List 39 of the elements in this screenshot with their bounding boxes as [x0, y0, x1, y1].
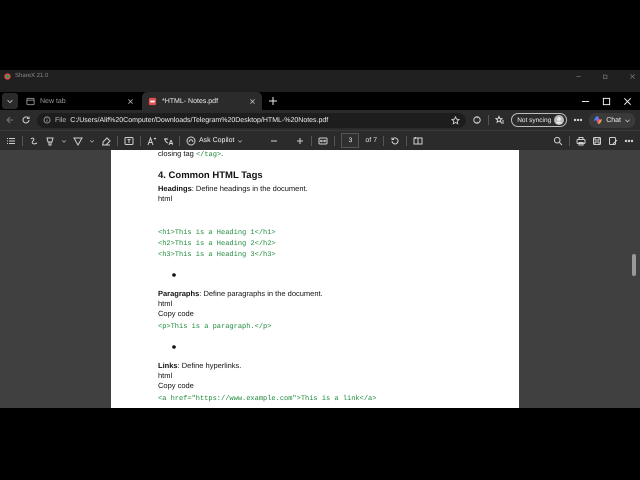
- info-icon: [43, 116, 51, 124]
- chevron-down-icon[interactable]: [61, 138, 67, 144]
- list-bullet-icon: [172, 345, 176, 349]
- save-icon[interactable]: [592, 136, 602, 146]
- maximize-icon[interactable]: [602, 96, 611, 106]
- contents-icon[interactable]: [6, 136, 16, 146]
- back-icon[interactable]: [5, 115, 15, 125]
- print-icon[interactable]: [576, 136, 586, 146]
- save-as-icon[interactable]: [608, 136, 618, 146]
- rotate-icon[interactable]: [390, 136, 400, 146]
- translate-icon[interactable]: [163, 136, 173, 146]
- fit-width-icon[interactable]: [318, 136, 328, 146]
- star-icon[interactable]: [451, 116, 460, 124]
- refresh-icon[interactable]: [21, 115, 31, 125]
- search-icon[interactable]: [553, 136, 563, 146]
- scrollbar-thumb[interactable]: [632, 254, 636, 276]
- section-heading: 4. Common HTML Tags: [158, 170, 264, 181]
- text-box-icon[interactable]: [124, 136, 134, 146]
- text-size-icon[interactable]: [147, 136, 157, 146]
- draw-icon[interactable]: [29, 136, 39, 146]
- chevron-down-icon: [237, 138, 244, 144]
- avatar-icon: [554, 115, 564, 125]
- highlighter-icon[interactable]: [45, 136, 55, 146]
- eraser-icon[interactable]: [101, 136, 111, 146]
- page-view-icon[interactable]: [413, 136, 424, 146]
- pdf-icon: [148, 96, 157, 106]
- chevron-down-icon: [624, 116, 631, 124]
- chevron-down-icon[interactable]: [89, 138, 95, 144]
- zoom-in-icon[interactable]: [295, 136, 306, 146]
- chevron-down-icon: [6, 97, 14, 105]
- app-logo-icon: [4, 73, 11, 80]
- restore-icon[interactable]: [602, 73, 609, 80]
- new-tab-plus-icon[interactable]: [268, 96, 278, 106]
- close-icon[interactable]: [127, 98, 134, 104]
- close-icon[interactable]: [249, 98, 256, 104]
- list-bullet-icon: [172, 273, 176, 277]
- new-tab-icon: [26, 96, 35, 106]
- favorites-icon[interactable]: [495, 115, 506, 125]
- tab-actions-button[interactable]: [2, 93, 18, 109]
